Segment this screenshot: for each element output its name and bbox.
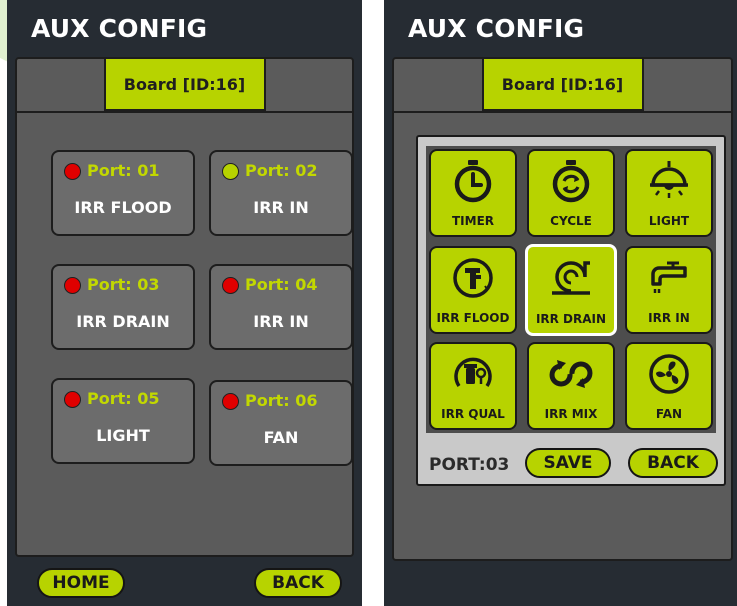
main-panel: Board [ID:16] TIMER CYCLE LIGHT IRR FLOO…: [392, 57, 733, 561]
port-label: Port: 06: [245, 391, 318, 410]
tile-cycle[interactable]: CYCLE: [527, 149, 615, 237]
port-function: IRR IN: [253, 312, 309, 331]
port-card-04[interactable]: Port: 04 IRR IN: [209, 264, 353, 350]
back-button[interactable]: BACK: [254, 568, 342, 598]
tile-label: FAN: [655, 407, 683, 421]
tile-label: IRR IN: [648, 311, 690, 325]
status-indicator: [64, 391, 81, 408]
page-title: AUX CONFIG: [31, 14, 208, 43]
status-indicator: [222, 163, 239, 180]
tile-irr-mix[interactable]: IRR MIX: [527, 342, 615, 430]
tile-irr-in[interactable]: IRR IN: [625, 246, 713, 334]
tile-fan[interactable]: FAN: [625, 342, 713, 430]
tile-irr-qual[interactable]: IRR QUAL: [429, 342, 517, 430]
tile-light[interactable]: LIGHT: [625, 149, 713, 237]
home-button[interactable]: HOME: [37, 568, 125, 598]
aux-config-port-list-screen: AUX CONFIG Board [ID:16] Port: 01 IRR FL…: [7, 0, 362, 606]
tile-label: TIMER: [451, 214, 495, 228]
status-indicator: [222, 277, 239, 294]
port-card-02[interactable]: Port: 02 IRR IN: [209, 150, 353, 236]
port-label: Port: 03: [87, 275, 160, 294]
faucet-icon: [651, 261, 687, 293]
bottom-bar: HOME BACK: [7, 558, 362, 606]
stopwatch-icon: [454, 160, 492, 203]
lamp-icon: [650, 161, 688, 198]
back-button[interactable]: BACK: [628, 448, 718, 478]
selected-port-label: PORT:03: [429, 455, 510, 475]
port-function: IRR DRAIN: [76, 312, 170, 331]
status-indicator: [222, 393, 239, 410]
bottom-bar: [384, 558, 737, 606]
tab-board[interactable]: Board [ID:16]: [103, 59, 266, 111]
port-card-03[interactable]: Port: 03 IRR DRAIN: [51, 264, 195, 350]
main-panel: Board [ID:16] Port: 01 IRR FLOOD Port: 0…: [15, 57, 354, 557]
port-label: Port: 04: [245, 275, 318, 294]
port-label: Port: 01: [87, 161, 160, 180]
port-label: Port: 02: [245, 161, 318, 180]
tile-label: LIGHT: [648, 214, 690, 228]
tile-timer[interactable]: TIMER: [429, 149, 517, 237]
port-card-06[interactable]: Port: 06 FAN: [209, 380, 353, 466]
flood-icon: [453, 258, 493, 298]
port-function: IRR IN: [253, 198, 309, 217]
status-indicator: [64, 277, 81, 294]
tab-divider: [394, 111, 731, 113]
mix-icon: [549, 360, 593, 388]
tile-irr-flood[interactable]: IRR FLOOD: [429, 246, 517, 334]
port-card-05[interactable]: Port: 05 LIGHT: [51, 378, 195, 464]
quality-icon: [454, 357, 492, 387]
tab-board[interactable]: Board [ID:16]: [481, 59, 644, 111]
aux-config-function-select-screen: AUX CONFIG Board [ID:16] TIMER CYCLE LIG…: [384, 0, 737, 606]
function-picker: TIMER CYCLE LIGHT IRR FLOOD IRR DRAIN IR…: [416, 135, 726, 486]
status-indicator: [64, 163, 81, 180]
port-function: IRR FLOOD: [74, 198, 172, 217]
fan-icon: [649, 354, 689, 394]
tile-irr-drain[interactable]: IRR DRAIN: [525, 244, 617, 336]
save-button[interactable]: SAVE: [525, 448, 611, 478]
drain-icon: [552, 261, 590, 295]
function-grid: TIMER CYCLE LIGHT IRR FLOOD IRR DRAIN IR…: [426, 146, 716, 433]
tile-label: IRR MIX: [544, 407, 598, 421]
tile-label: IRR DRAIN: [535, 312, 607, 326]
cycle-stopwatch-icon: [552, 160, 590, 203]
page-title: AUX CONFIG: [408, 14, 585, 43]
tab-divider: [17, 111, 352, 113]
tile-label: IRR QUAL: [441, 407, 505, 421]
port-function: LIGHT: [96, 426, 150, 445]
tile-label: IRR FLOOD: [436, 311, 510, 325]
port-function: FAN: [263, 428, 299, 447]
tile-label: CYCLE: [550, 214, 592, 228]
port-card-01[interactable]: Port: 01 IRR FLOOD: [51, 150, 195, 236]
port-label: Port: 05: [87, 389, 160, 408]
